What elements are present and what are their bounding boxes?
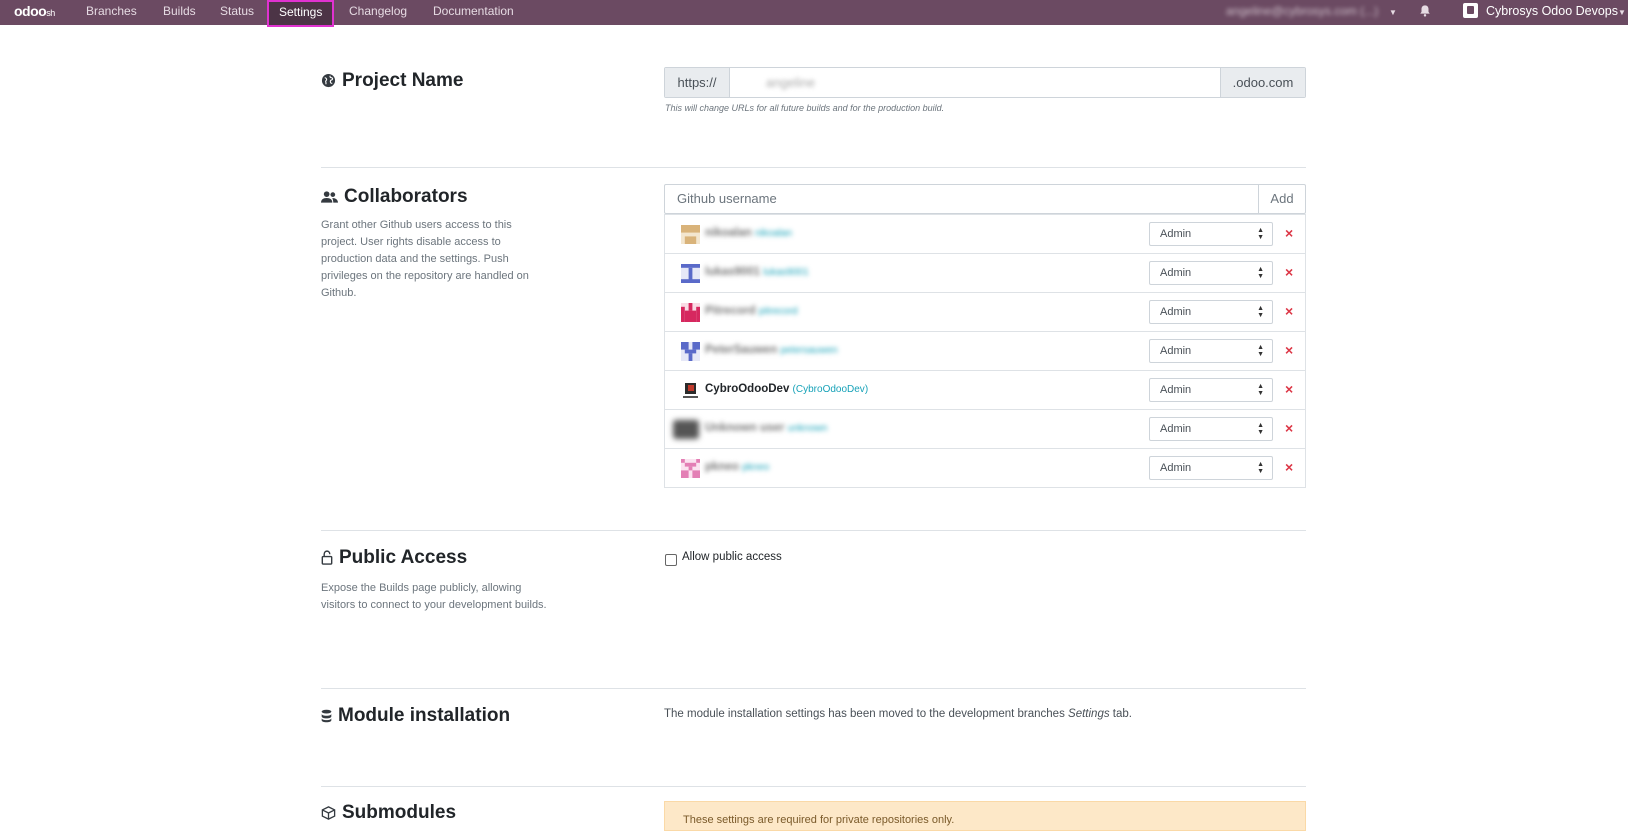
collaborator-name: pkneo pkneo [705,461,770,473]
select-arrows-icon: ▲ ▼ [1257,227,1264,241]
collaborators-heading: Collaborators [321,186,468,208]
role-select[interactable]: Admin ▲ ▼ [1149,339,1273,363]
remove-collaborator-button[interactable]: × [1285,459,1293,475]
user-email[interactable]: angeline@cybrosys.com (...) [1226,0,1378,25]
url-prefix: https:// [665,68,730,97]
company-avatar[interactable] [1463,3,1478,18]
select-arrows-icon: ▲ ▼ [1257,461,1264,475]
divider [321,167,1306,168]
collaborator-name: Pitrecord pitrecord [705,305,798,317]
nav-status[interactable]: Status [220,0,254,25]
odoo-sh-logo[interactable]: odoosh [14,3,55,19]
nav-changelog[interactable]: Changelog [349,0,407,25]
github-username-group: Github username Add [664,184,1306,214]
add-collaborator-button[interactable]: Add [1258,185,1305,213]
divider [321,688,1306,689]
list-item: lukas9001 lukas9001 Admin ▲ ▼ × [665,253,1305,292]
role-select[interactable]: Admin ▲ ▼ [1149,300,1273,324]
avatar [681,459,700,478]
github-username-input[interactable]: Github username [677,185,777,213]
avatar [681,342,700,361]
public-access-checkbox[interactable] [665,554,677,566]
list-item: Unknown user unknown Admin ▲ ▼ × [665,409,1305,448]
submodules-alert: These settings are required for private … [664,801,1306,831]
remove-collaborator-button[interactable]: × [1285,264,1293,280]
project-name-heading: Project Name [321,70,463,92]
avatar [681,303,700,322]
nav-documentation[interactable]: Documentation [433,0,514,25]
list-item: PeterSauwen petersauwen Admin ▲ ▼ × [665,331,1305,370]
list-item: nikoalan nikoalan Admin ▲ ▼ × [665,214,1305,253]
list-item: pkneo pkneo Admin ▲ ▼ × [665,448,1305,487]
collaborator-name: CybroOdooDev (CybroOdooDev) [705,383,869,395]
role-select[interactable]: Admin ▲ ▼ [1149,378,1273,402]
collaborator-name: nikoalan nikoalan [705,227,793,239]
avatar [673,420,699,439]
role-select[interactable]: Admin ▲ ▼ [1149,456,1273,480]
chevron-down-icon[interactable]: ▼ [1389,8,1397,17]
collaborator-name: PeterSauwen petersauwen [705,344,838,356]
lock-icon [321,550,333,566]
remove-collaborator-button[interactable]: × [1285,303,1293,319]
module-installation-heading: Module installation [321,705,510,727]
url-suffix: .odoo.com [1220,68,1305,97]
role-select[interactable]: Admin ▲ ▼ [1149,261,1273,285]
divider [321,786,1306,787]
cube-icon [321,806,336,820]
role-select[interactable]: Admin ▲ ▼ [1149,222,1273,246]
select-arrows-icon: ▲ ▼ [1257,305,1264,319]
project-url-group: https:// angeline .odoo.com [664,67,1306,98]
project-name-input[interactable]: angeline [730,68,1220,97]
chevron-down-icon[interactable]: ▼ [1618,8,1626,17]
collaborator-name: Unknown user unknown [705,422,828,434]
project-name-help: This will change URLs for all future bui… [665,103,945,113]
nav-settings[interactable]: Settings [267,0,335,27]
list-item: CybroOdooDev (CybroOdooDev) Admin ▲ ▼ × [665,370,1305,409]
bell-icon[interactable] [1418,4,1432,18]
select-arrows-icon: ▲ ▼ [1257,422,1264,436]
collaborators-description: Grant other Github users access to this … [321,219,529,299]
database-icon [321,709,332,723]
select-arrows-icon: ▲ ▼ [1257,383,1264,397]
nav-builds[interactable]: Builds [163,0,196,25]
public-access-heading: Public Access [321,547,467,569]
company-name[interactable]: Cybrosys Odoo Devops [1486,0,1618,25]
nav-branches[interactable]: Branches [86,0,137,25]
public-access-description: Expose the Builds page publicly, allowin… [321,582,547,611]
users-icon [321,191,338,203]
public-access-label[interactable]: Allow public access [682,551,782,563]
avatar [681,381,700,400]
remove-collaborator-button[interactable]: × [1285,342,1293,358]
list-item: Pitrecord pitrecord Admin ▲ ▼ × [665,292,1305,331]
role-select[interactable]: Admin ▲ ▼ [1149,417,1273,441]
select-arrows-icon: ▲ ▼ [1257,266,1264,280]
top-navbar: odoosh Branches Builds Status Settings C… [0,0,1628,27]
remove-collaborator-button[interactable]: × [1285,381,1293,397]
remove-collaborator-button[interactable]: × [1285,420,1293,436]
remove-collaborator-button[interactable]: × [1285,225,1293,241]
avatar [681,225,700,244]
globe-icon [321,74,336,88]
submodules-alert-text: These settings are required for private … [683,814,955,826]
select-arrows-icon: ▲ ▼ [1257,344,1264,358]
collaborator-name: lukas9001 lukas9001 [705,266,809,278]
avatar [681,264,700,283]
divider [321,530,1306,531]
collaborators-list: nikoalan nikoalan Admin ▲ ▼ × lukas9001 lu… [664,214,1306,488]
module-installation-text: The module installation settings has bee… [664,708,1132,720]
